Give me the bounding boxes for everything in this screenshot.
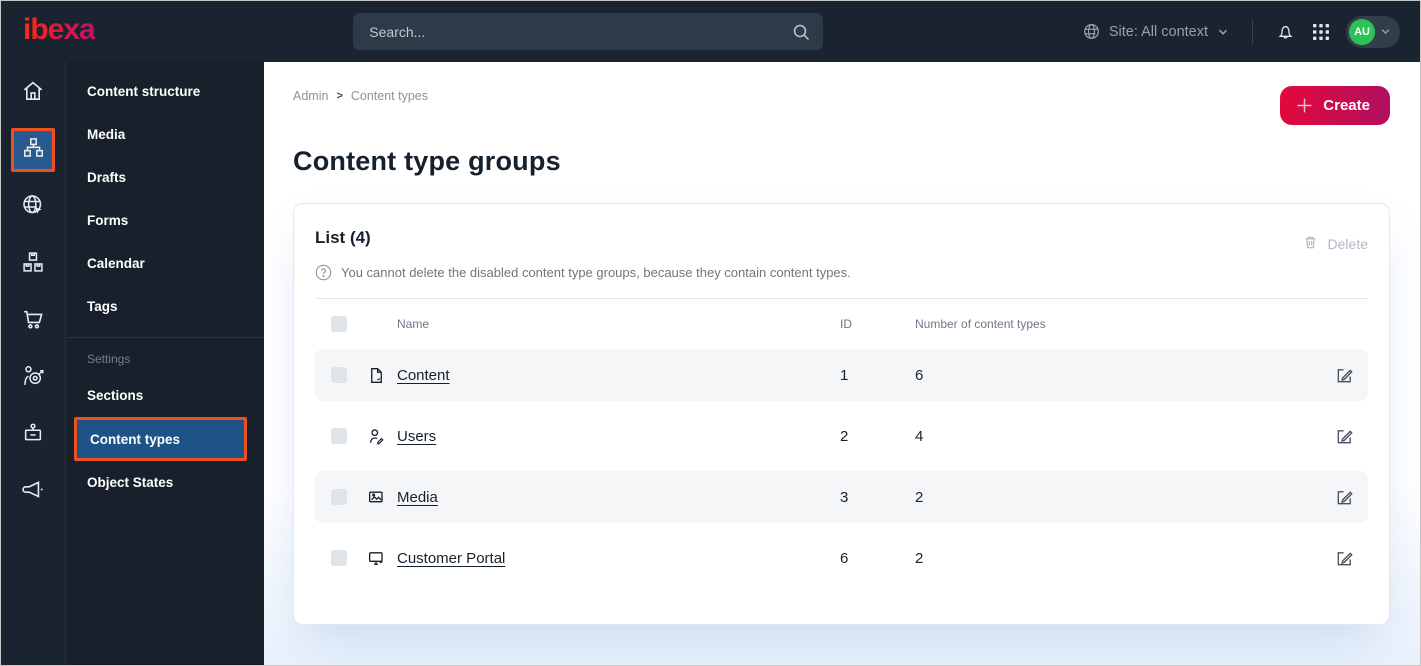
plus-icon	[1296, 97, 1313, 114]
customer-portal-icon	[367, 549, 397, 568]
table-row: Content 1 6	[315, 349, 1368, 401]
help-circle-icon	[315, 264, 332, 281]
nav-product-catalog[interactable]	[11, 242, 55, 286]
search-input[interactable]	[369, 23, 792, 40]
group-link[interactable]: Media	[397, 489, 840, 506]
nav-personalization[interactable]	[11, 356, 55, 400]
notifications-bell-icon[interactable]	[1275, 21, 1296, 42]
select-all-checkbox[interactable]	[331, 316, 347, 332]
media-image-icon	[367, 488, 397, 507]
edit-button[interactable]	[1331, 545, 1358, 572]
topbar: ibexa Site: All context	[1, 1, 1420, 62]
avatar: AU	[1349, 18, 1376, 45]
row-checkbox[interactable]	[331, 489, 347, 505]
user-menu[interactable]: AU	[1346, 15, 1401, 48]
breadcrumb-admin[interactable]: Admin	[293, 89, 328, 103]
globe-icon	[1082, 22, 1101, 41]
group-count: 2	[915, 488, 924, 506]
group-id: 6	[840, 549, 849, 567]
nav-admin[interactable]	[11, 413, 55, 457]
ibexa-logo: ibexa	[23, 14, 96, 49]
help-text: You cannot delete the disabled content t…	[341, 265, 851, 280]
edit-button[interactable]	[1331, 484, 1358, 511]
group-count: 6	[915, 366, 924, 384]
trash-icon	[1302, 234, 1319, 254]
globe-cursor-icon	[20, 192, 46, 223]
shopping-cart-icon	[20, 306, 46, 337]
nav-commerce[interactable]	[11, 299, 55, 343]
sidebar-item-sections[interactable]: Sections	[66, 374, 264, 417]
main-nav-rail	[1, 62, 66, 665]
topbar-divider	[1252, 19, 1254, 44]
column-id: ID	[840, 317, 852, 331]
app-window: ibexa Site: All context	[0, 0, 1421, 666]
column-name: Name	[397, 317, 430, 331]
group-link[interactable]: Customer Portal	[397, 550, 840, 567]
site-context-label: Site: All context	[1108, 23, 1209, 40]
sidebar-section-settings: Settings	[87, 352, 131, 366]
create-button[interactable]: Create	[1280, 86, 1390, 125]
breadcrumb-content-types: Content types	[350, 89, 429, 103]
content-file-icon	[367, 366, 397, 385]
group-link[interactable]: Users	[397, 428, 840, 445]
table-row: Users 2 4	[315, 410, 1368, 462]
list-title: List (4)	[315, 228, 371, 247]
group-count: 2	[915, 549, 924, 567]
edit-button[interactable]	[1331, 362, 1358, 389]
sidebar: Content structure Media Drafts Forms Cal…	[66, 62, 264, 665]
chevron-down-icon	[1379, 25, 1392, 38]
edit-button[interactable]	[1331, 423, 1358, 450]
group-id: 2	[840, 427, 849, 445]
sidebar-item-tags[interactable]: Tags	[66, 285, 264, 328]
row-checkbox[interactable]	[331, 428, 347, 444]
nav-dashboard[interactable]	[11, 71, 55, 115]
sidebar-item-forms[interactable]: Forms	[66, 199, 264, 242]
row-checkbox[interactable]	[331, 550, 347, 566]
site-context-dropdown[interactable]: Site: All context	[1082, 22, 1230, 41]
chevron-down-icon	[1216, 25, 1230, 39]
sidebar-item-content-structure[interactable]: Content structure	[66, 70, 264, 113]
topbar-right: Site: All context AU	[1082, 15, 1401, 48]
sidebar-item-content-types[interactable]: Content types	[74, 417, 247, 461]
main-content: Admin > Content types Create Content typ…	[264, 62, 1420, 665]
sidebar-item-drafts[interactable]: Drafts	[66, 156, 264, 199]
megaphone-icon	[20, 477, 46, 508]
home-icon	[20, 78, 46, 109]
app-grid-icon[interactable]	[1312, 23, 1330, 41]
nav-site[interactable]	[11, 185, 55, 229]
group-id: 1	[840, 366, 849, 384]
table-row: Customer Portal 6 2	[315, 532, 1368, 584]
global-search[interactable]	[353, 13, 824, 50]
table-header: Name ID Number of content types	[315, 299, 1368, 349]
sitemap-icon	[21, 135, 46, 165]
content-type-groups-card: List (4) Delete You cannot delete the di…	[293, 203, 1390, 625]
users-icon	[367, 427, 397, 446]
search-icon[interactable]	[791, 22, 811, 42]
boxes-icon	[20, 249, 46, 280]
breadcrumb: Admin > Content types	[293, 89, 428, 103]
breadcrumb-separator: >	[336, 90, 343, 102]
column-count: Number of content types	[915, 317, 1046, 331]
nav-marketing[interactable]	[11, 470, 55, 514]
sidebar-item-object-states[interactable]: Object States	[66, 461, 264, 504]
person-target-icon	[20, 363, 46, 394]
sidebar-divider	[66, 337, 264, 338]
delete-button[interactable]: Delete	[1302, 234, 1368, 254]
table-row: Media 3 2	[315, 471, 1368, 523]
nav-content-structure[interactable]	[11, 128, 55, 172]
row-checkbox[interactable]	[331, 367, 347, 383]
badge-icon	[20, 420, 46, 451]
group-count: 4	[915, 427, 924, 445]
sidebar-item-calendar[interactable]: Calendar	[66, 242, 264, 285]
help-row: You cannot delete the disabled content t…	[315, 264, 1368, 281]
sidebar-item-media[interactable]: Media	[66, 113, 264, 156]
group-link[interactable]: Content	[397, 367, 840, 384]
group-id: 3	[840, 488, 849, 506]
page-title: Content type groups	[293, 146, 561, 176]
